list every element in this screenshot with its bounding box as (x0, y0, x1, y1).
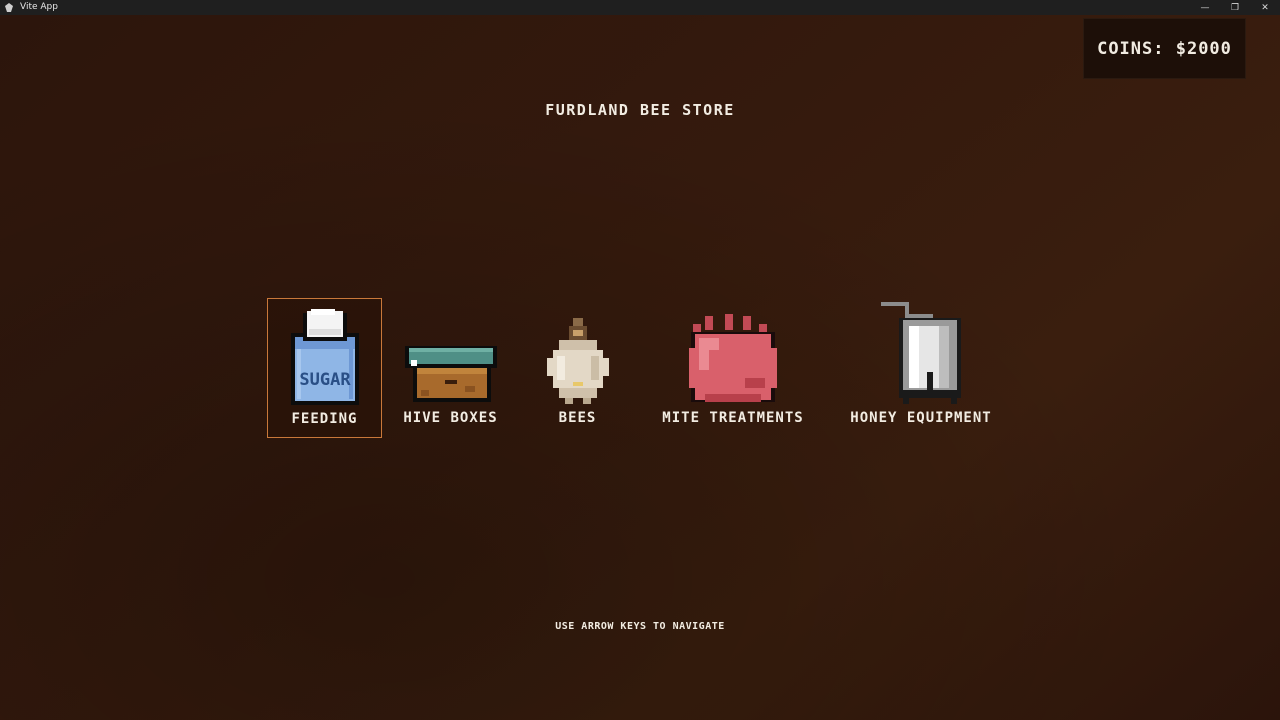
category-bees[interactable]: BEES (530, 298, 625, 438)
category-label: FEEDING (291, 411, 358, 427)
window-controls: — ❐ ✕ (1190, 0, 1280, 15)
category-label: MITE TREATMENTS (662, 410, 804, 426)
bee-package-icon (530, 298, 625, 406)
restore-button[interactable]: ❐ (1220, 0, 1250, 15)
coins-counter: COINS: $2000 (1097, 38, 1232, 59)
category-hive-boxes[interactable]: HIVE BOXES (393, 298, 508, 438)
category-label: HIVE BOXES (403, 410, 498, 426)
close-button[interactable]: ✕ (1250, 0, 1280, 15)
navigation-hint: USE ARROW KEYS TO NAVIGATE (555, 621, 725, 632)
window-titlebar: Vite App — ❐ ✕ (0, 0, 1280, 15)
category-mite-treatments[interactable]: MITE TREATMENTS (648, 298, 818, 438)
coins-panel: COINS: $2000 (1083, 18, 1246, 79)
sugar-bag-icon: SUGAR (268, 299, 381, 407)
minimize-button[interactable]: — (1190, 0, 1220, 15)
window-title: Vite App (20, 2, 58, 12)
category-label: BEES (558, 410, 597, 426)
svg-text:SUGAR: SUGAR (299, 370, 351, 390)
category-honey-equipment[interactable]: HONEY EQUIPMENT (834, 298, 1008, 438)
category-label: HONEY EQUIPMENT (850, 410, 992, 426)
honey-extractor-icon (834, 298, 1008, 406)
app-icon (4, 3, 14, 13)
store-title: FURDLAND BEE STORE (545, 101, 735, 119)
game-canvas: COINS: $2000 FURDLAND BEE STORE SUGAR FE… (0, 15, 1280, 720)
mite-treatment-icon (648, 298, 818, 406)
hive-box-icon (393, 298, 508, 406)
category-feeding[interactable]: SUGAR FEEDING (267, 298, 382, 438)
